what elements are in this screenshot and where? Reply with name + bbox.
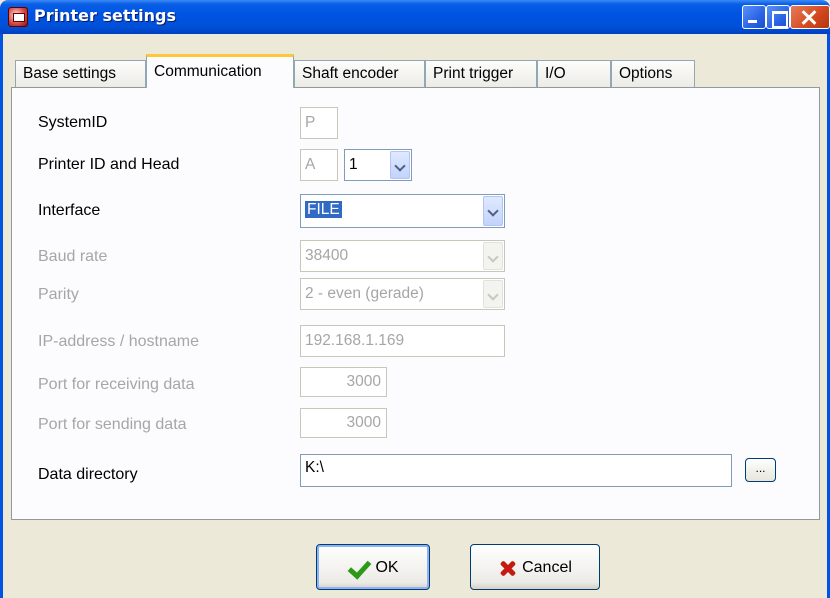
ok-button[interactable]: OK	[316, 544, 430, 590]
system-id-label: SystemID	[38, 114, 108, 131]
browse-button[interactable]: ...	[745, 458, 776, 482]
close-button[interactable]	[790, 5, 830, 29]
tab-communication[interactable]: Communication	[146, 54, 294, 88]
port-receive-field[interactable]: 3000	[300, 367, 387, 397]
tab-io[interactable]: I/O	[537, 60, 611, 87]
chevron-down-icon[interactable]	[483, 196, 503, 226]
window-title: Printer settings	[34, 6, 176, 25]
baud-rate-select[interactable]: 38400	[300, 240, 505, 272]
tab-base-settings[interactable]: Base settings	[15, 60, 146, 87]
chevron-down-icon[interactable]	[390, 151, 410, 179]
ip-address-label: IP-address / hostname	[38, 333, 199, 350]
parity-label: Parity	[38, 286, 79, 303]
chevron-down-icon	[483, 280, 503, 308]
interface-select[interactable]: FILE	[300, 194, 505, 228]
cancel-label: Cancel	[522, 559, 572, 577]
tab-print-trigger[interactable]: Print trigger	[425, 60, 537, 87]
ok-label: OK	[375, 559, 399, 577]
baud-rate-label: Baud rate	[38, 248, 108, 265]
cancel-x-icon	[498, 559, 518, 577]
ip-address-field[interactable]: 192.168.1.169	[300, 325, 505, 357]
port-receive-label: Port for receiving data	[38, 376, 195, 393]
baud-rate-value: 38400	[305, 247, 349, 264]
minimize-button[interactable]	[742, 5, 766, 29]
head-select[interactable]: 1	[344, 149, 412, 181]
data-directory-field[interactable]: K:\	[300, 454, 732, 487]
printer-id-field[interactable]: A	[300, 149, 338, 181]
system-id-field[interactable]: P	[300, 107, 338, 139]
head-select-value: 1	[349, 156, 358, 173]
interface-select-value: FILE	[305, 201, 342, 218]
port-send-label: Port for sending data	[38, 416, 187, 433]
tab-options[interactable]: Options	[611, 60, 695, 87]
interface-label: Interface	[38, 202, 101, 219]
cancel-button[interactable]: Cancel	[470, 544, 600, 590]
chevron-down-icon	[483, 242, 503, 270]
parity-select[interactable]: 2 - even (gerade)	[300, 278, 505, 310]
parity-value: 2 - even (gerade)	[305, 285, 424, 302]
printer-id-label: Printer ID and Head	[38, 156, 180, 173]
checkmark-icon	[347, 559, 371, 577]
title-bar[interactable]: Printer settings	[0, 0, 830, 34]
data-directory-label: Data directory	[38, 466, 138, 483]
port-send-field[interactable]: 3000	[300, 408, 387, 438]
tab-shaft-encoder[interactable]: Shaft encoder	[294, 60, 425, 87]
printer-app-icon	[8, 7, 28, 27]
maximize-button[interactable]	[766, 5, 790, 29]
